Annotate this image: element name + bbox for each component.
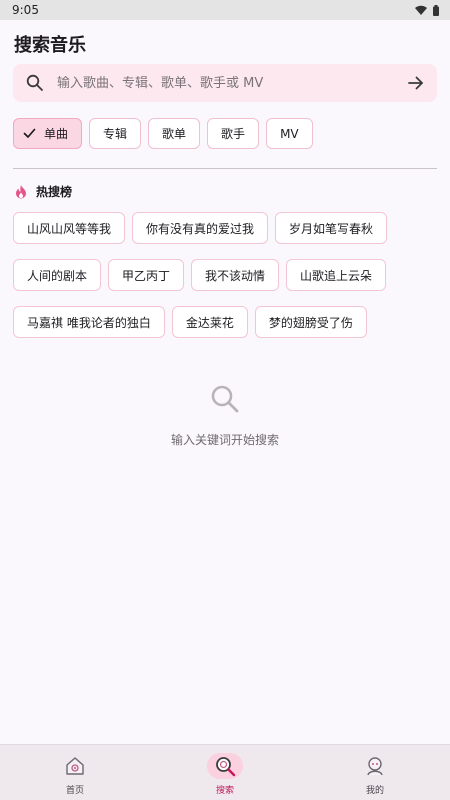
home-icon [66,757,84,775]
bottom-nav: 首页 搜索 我的 [0,744,450,800]
check-icon [23,128,36,139]
hot-search-row: 马嘉祺 唯我论者的独白 金达莱花 梦的翅膀受了伤 [13,306,367,338]
wifi-icon [415,5,427,15]
status-icons [415,4,439,16]
nav-item-search[interactable]: 搜索 [150,745,300,800]
nav-item-profile[interactable]: 我的 [300,745,450,800]
empty-state-hint: 输入关键词开始搜索 [170,433,279,447]
hot-search-tag[interactable]: 马嘉祺 唯我论者的独白 [13,306,165,338]
hot-search-tag[interactable]: 金达莱花 [171,306,248,338]
divider [13,168,437,169]
arrow-right-icon [408,76,423,90]
battery-icon [433,4,439,16]
chip-label: 单曲 [44,127,69,141]
chip-label: 歌手 [221,127,246,141]
chip-label: MV [280,126,299,141]
hot-search-tag[interactable]: 山歌追上云朵 [286,259,387,291]
nav-item-home[interactable]: 首页 [0,745,150,800]
nav-icon-wrap [57,753,93,779]
empty-state: 输入关键词开始搜索 [0,384,450,448]
status-bar: 9:05 [0,0,450,20]
profile-icon [367,757,383,776]
hot-search-tag[interactable]: 你有没有真的爱过我 [132,212,269,244]
hot-search-row: 山风山风等等我 你有没有真的爱过我 岁月如笔写春秋 [13,212,388,244]
search-input[interactable] [57,75,405,91]
search-icon [216,757,236,777]
chip-label: 专辑 [103,127,128,141]
search-submit-button[interactable] [405,72,427,94]
search-icon [25,73,45,93]
nav-icon-wrap [357,753,393,779]
chip-label: 歌单 [162,127,187,141]
hot-search-tag[interactable]: 我不该动情 [191,259,280,291]
hot-search-row: 人间的剧本 甲乙丙丁 我不该动情 山歌追上云朵 [13,259,387,291]
filter-chip-mv[interactable]: MV [266,118,313,149]
filter-chip-album[interactable]: 专辑 [89,118,142,149]
filter-chip-single[interactable]: 单曲 [13,118,83,149]
page-title: 搜索音乐 [14,35,86,56]
nav-label: 首页 [65,786,84,796]
nav-label: 我的 [365,786,384,796]
filter-chip-singer[interactable]: 歌手 [207,118,260,149]
nav-label: 搜索 [215,786,234,796]
search-icon [211,385,239,413]
hot-search-header: 热搜榜 [14,183,72,200]
search-bar [13,64,437,102]
fire-icon [16,185,26,199]
nav-icon-wrap [207,753,243,779]
hot-search-tag[interactable]: 甲乙丙丁 [108,259,185,291]
hot-search-tag[interactable]: 人间的剧本 [13,259,102,291]
hot-search-tag[interactable]: 梦的翅膀受了伤 [254,306,367,338]
hot-search-tag[interactable]: 山风山风等等我 [13,212,126,244]
filter-chips: 单曲 专辑 歌单 歌手 MV [13,118,313,149]
filter-chip-playlist[interactable]: 歌单 [148,118,201,149]
status-time: 9:05 [12,3,39,17]
hot-search-tag[interactable]: 岁月如笔写春秋 [275,212,388,244]
hot-search-title: 热搜榜 [36,185,73,199]
